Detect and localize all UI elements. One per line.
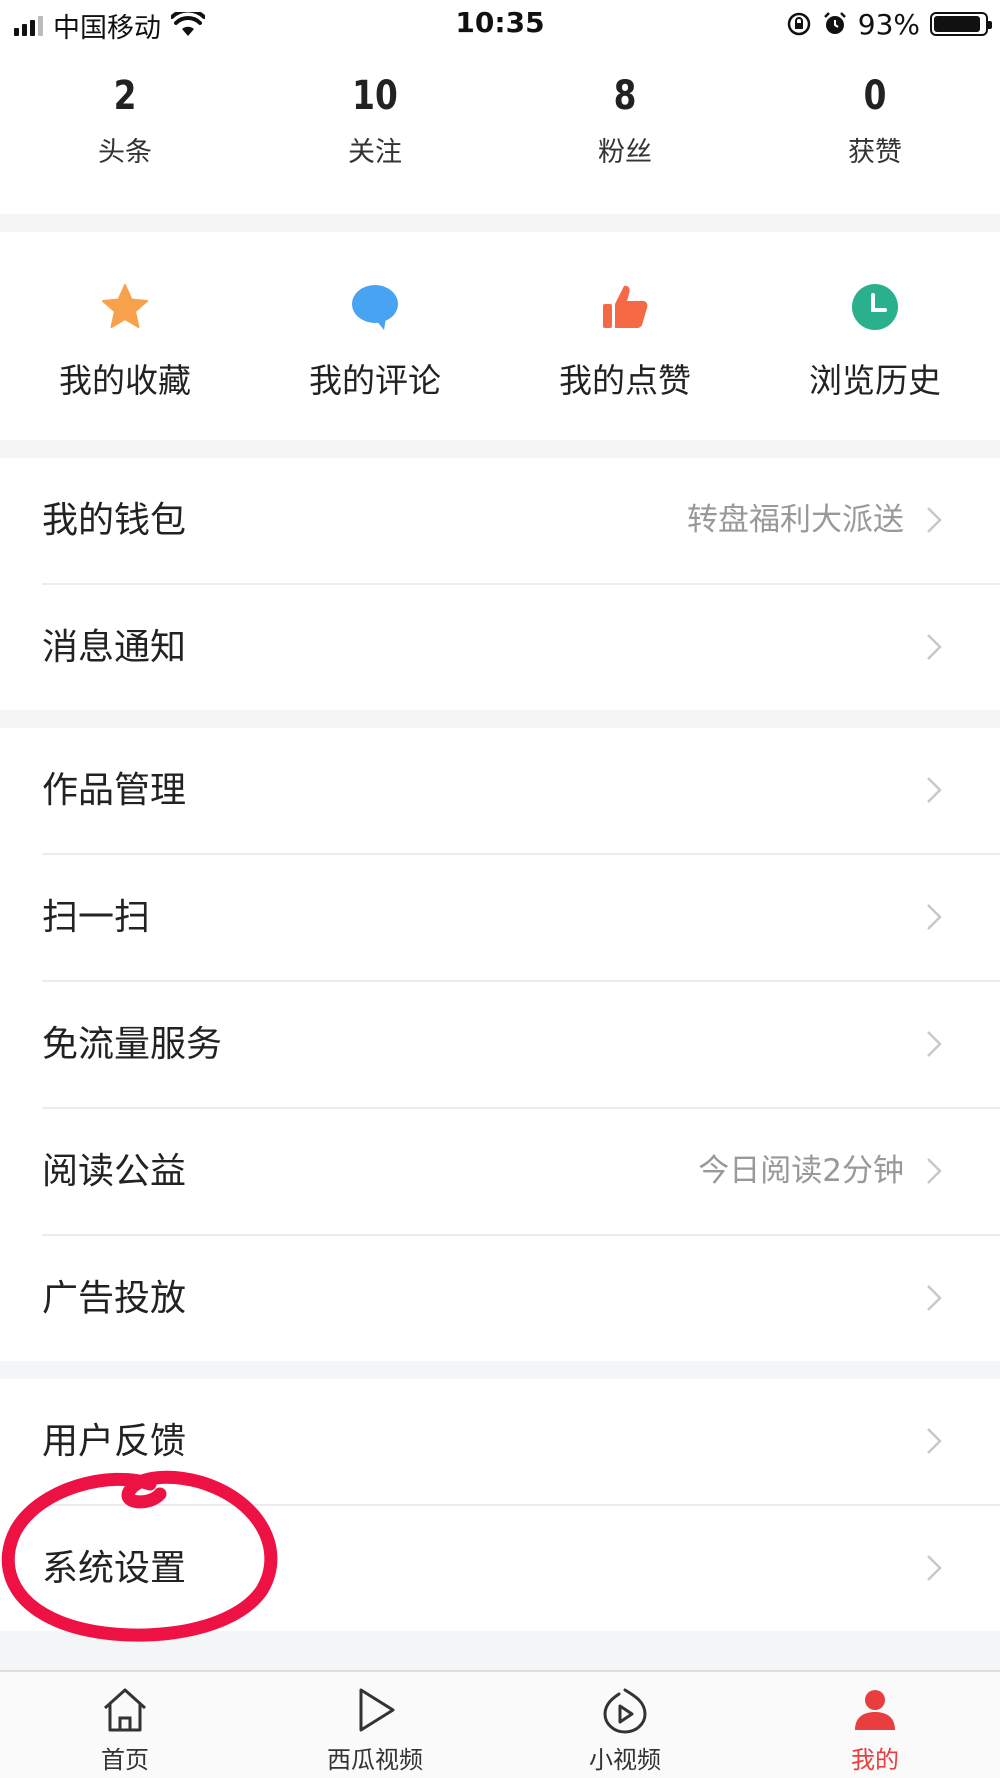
stat-followers[interactable]: 8 粉丝 [500,58,750,178]
tab-short-video[interactable]: 小视频 [500,1672,750,1778]
tab-label: 首页 [101,1746,149,1774]
quick-action-label: 我的评论 [309,361,441,400]
section-gap [0,1631,1000,1670]
chevron-right-icon [927,1555,942,1581]
menu-item-label: 作品管理 [42,770,187,811]
clock-icon [852,284,898,330]
stat-headlines[interactable]: 2 头条 [0,58,250,178]
quick-action-favorites[interactable]: 我的收藏 [0,232,250,440]
tab-home[interactable]: 首页 [0,1672,250,1778]
menu-item-ads[interactable]: 广告投放 [0,1236,1000,1361]
chevron-right-icon [927,777,942,803]
stat-value: 0 [863,73,887,119]
alarm-icon [823,12,846,34]
profile-stats: 2 头条 10 关注 8 粉丝 0 获赞 [0,58,1000,178]
chevron-right-icon [927,634,942,660]
stat-label: 粉丝 [598,137,652,168]
menu-item-free-data[interactable]: 免流量服务 [0,982,1000,1107]
menu-item-label: 阅读公益 [42,1151,187,1192]
quick-action-history[interactable]: 浏览历史 [750,232,1000,440]
section-gap [0,214,1000,232]
stat-value: 2 [113,73,137,119]
short-video-icon [603,1688,647,1734]
menu-item-settings[interactable]: 系统设置 [0,1506,1000,1631]
tab-label: 我的 [851,1746,899,1774]
menu-item-label: 广告投放 [42,1278,187,1319]
chevron-right-icon [927,904,942,930]
menu-item-reading-charity[interactable]: 阅读公益 今日阅读2分钟 [0,1109,1000,1234]
tab-profile[interactable]: 我的 [750,1672,1000,1778]
tab-label: 小视频 [589,1746,661,1774]
menu-item-label: 扫一扫 [42,897,151,938]
stat-value: 8 [613,73,637,119]
quick-action-label: 浏览历史 [809,361,941,400]
section-gap [0,710,1000,728]
menu-item-hint: 转盘福利大派送 [687,502,904,538]
stat-following[interactable]: 10 关注 [250,58,500,178]
quick-action-likes[interactable]: 我的点赞 [500,232,750,440]
chevron-right-icon [927,507,942,533]
chevron-right-icon [927,1158,942,1184]
quick-actions: 我的收藏 我的评论 我的点赞 浏览历史 [0,232,1000,440]
battery-icon [930,12,992,36]
menu-item-hint: 今日阅读2分钟 [698,1153,904,1189]
battery-fill [934,16,981,32]
battery-percent: 93% [857,7,920,41]
menu-item-label: 我的钱包 [42,500,187,541]
stat-likes-received[interactable]: 0 获赞 [750,58,1000,178]
quick-action-label: 我的收藏 [59,361,191,400]
chevron-right-icon [927,1285,942,1311]
profile-icon [855,1690,895,1730]
menu-item-label: 用户反馈 [42,1421,187,1462]
bottom-tab-bar: 首页 西瓜视频 小视频 我的 [0,1670,1000,1778]
menu-item-works[interactable]: 作品管理 [0,728,1000,853]
menu-item-scan[interactable]: 扫一扫 [0,855,1000,980]
home-icon [103,1688,147,1732]
status-right: 93% [786,6,992,42]
stat-label: 获赞 [848,137,902,168]
play-icon [359,1688,395,1732]
menu-item-wallet[interactable]: 我的钱包 转盘福利大派送 [0,458,1000,583]
menu-item-notifications[interactable]: 消息通知 [0,585,1000,710]
quick-action-comments[interactable]: 我的评论 [250,232,500,440]
stat-label: 关注 [348,137,402,168]
stat-value: 10 [352,73,398,119]
tab-label: 西瓜视频 [327,1746,423,1774]
quick-action-label: 我的点赞 [559,361,691,400]
rotation-lock-icon [787,12,811,36]
chevron-right-icon [927,1031,942,1057]
menu-item-label: 消息通知 [42,627,187,668]
comment-bubble-icon [352,285,398,330]
stat-label: 头条 [98,137,152,168]
tab-xigua-video[interactable]: 西瓜视频 [250,1672,500,1778]
menu-item-label: 免流量服务 [42,1024,223,1065]
thumbs-up-icon [603,285,648,328]
section-gap [0,440,1000,458]
menu-item-feedback[interactable]: 用户反馈 [0,1379,1000,1504]
chevron-right-icon [927,1428,942,1454]
status-bar: 中国移动 10:35 93% [0,0,1000,50]
section-gap [0,1361,1000,1379]
menu-item-label: 系统设置 [42,1548,187,1589]
star-icon [102,284,148,328]
